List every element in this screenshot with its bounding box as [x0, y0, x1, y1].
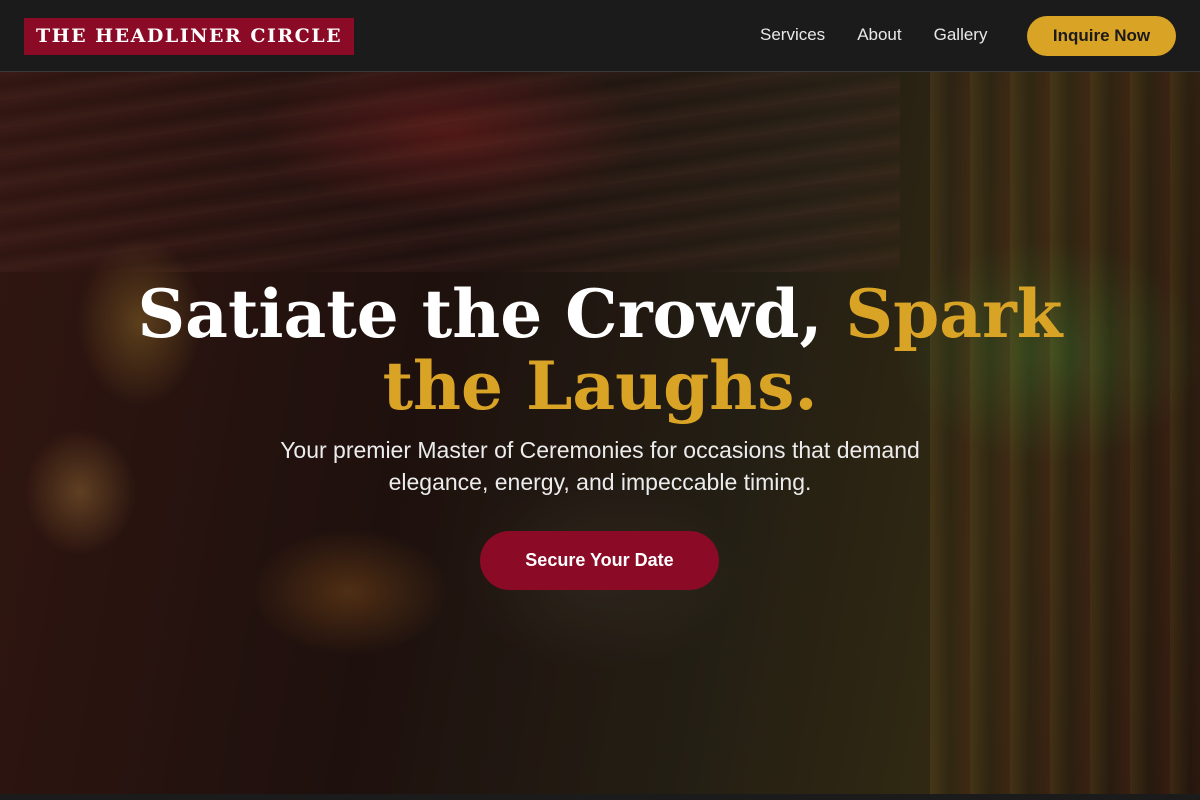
hero-overlay	[0, 72, 1200, 794]
inquire-now-button[interactable]: Inquire Now	[1027, 16, 1176, 56]
hero-section: Satiate the Crowd, Spark the Laughs. You…	[0, 72, 1200, 794]
page-bottom-edge	[0, 794, 1200, 800]
nav-link-gallery[interactable]: Gallery	[934, 24, 988, 46]
hero-subtitle: Your premier Master of Ceremonies for oc…	[280, 437, 920, 495]
headline-white-text: Satiate the Crowd,	[137, 275, 846, 353]
hero-headline: Satiate the Crowd, Spark the Laughs.	[100, 278, 1100, 422]
nav-links: Services About Gallery	[760, 24, 987, 46]
top-nav: THE HEADLINER CIRCLE Services About Gall…	[0, 0, 1200, 72]
nav-link-about[interactable]: About	[857, 24, 901, 46]
nav-link-services[interactable]: Services	[760, 24, 825, 46]
secure-your-date-button[interactable]: Secure Your Date	[480, 531, 719, 590]
site-logo[interactable]: THE HEADLINER CIRCLE	[24, 18, 355, 55]
